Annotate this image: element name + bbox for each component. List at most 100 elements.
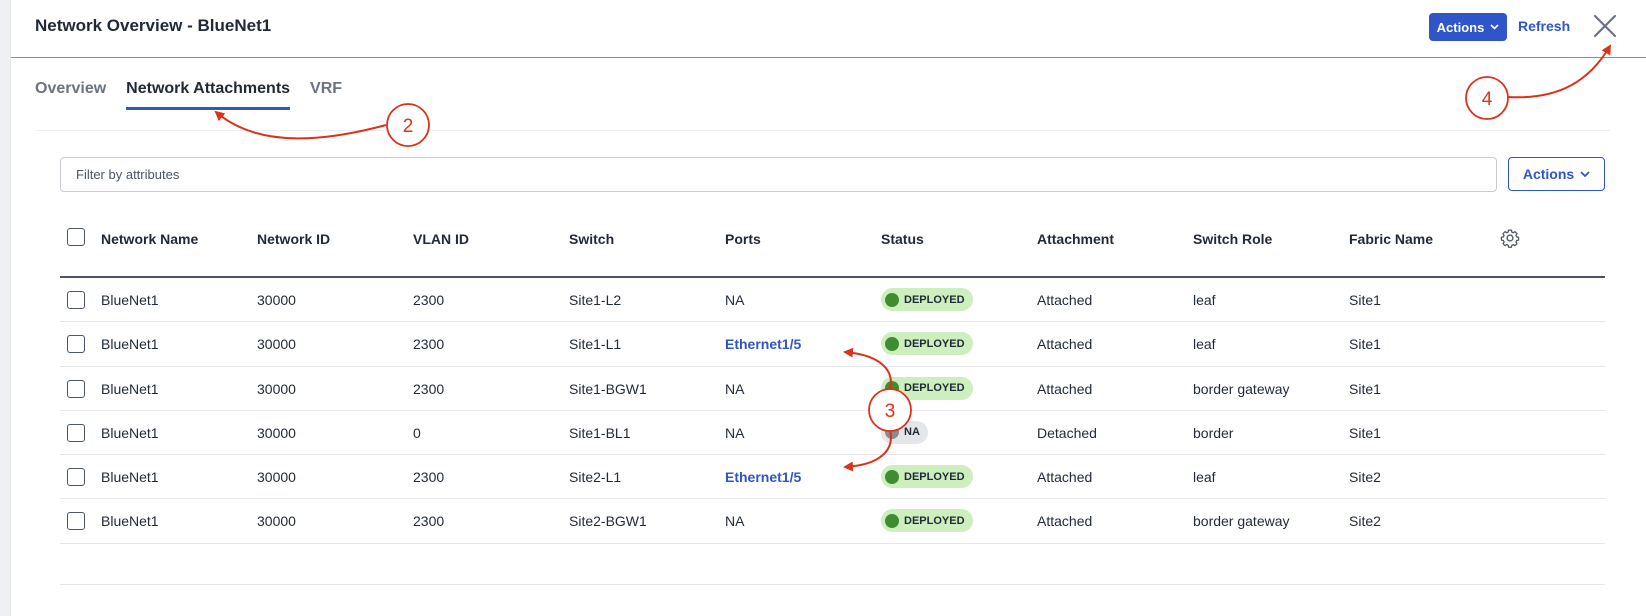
cell-ports: NA	[725, 513, 745, 530]
cell-switch-role: border gateway	[1193, 380, 1290, 397]
tab-vrf[interactable]: VRF	[310, 80, 342, 110]
row-checkbox[interactable]	[67, 512, 85, 531]
cell-ports: NA	[725, 380, 745, 397]
cell-attachment: Attached	[1037, 380, 1093, 397]
cell-vlan-id: 2300	[413, 513, 445, 530]
cell-network-id: 30000	[257, 469, 296, 486]
actions-button[interactable]: Actions	[1429, 13, 1507, 41]
cell-switch: Site1-BL1	[569, 424, 631, 441]
ports-link[interactable]: Ethernet1/5	[725, 469, 801, 485]
col-vlan-id[interactable]: VLAN ID	[413, 231, 469, 247]
cell-network-id: 30000	[257, 513, 296, 530]
actions-button-label: Actions	[1436, 19, 1485, 35]
col-switch-role[interactable]: Switch Role	[1193, 231, 1272, 247]
col-attachment[interactable]: Attachment	[1037, 231, 1114, 247]
gear-icon[interactable]	[1500, 228, 1520, 248]
status-dot-icon	[885, 292, 899, 307]
cell-fabric-name: Site1	[1349, 380, 1381, 397]
table-body: BlueNet1 30000 2300 Site1-L2 NA DEPLOYED Attac…	[60, 278, 1605, 544]
table-row[interactable]: BlueNet1 30000 2300 Site1-L1 Ethernet1/5 DEPL…	[60, 322, 1605, 367]
select-all-checkbox[interactable]	[67, 228, 85, 246]
cell-switch: Site1-L1	[569, 336, 622, 353]
status-dot-icon	[885, 469, 899, 484]
table-row[interactable]: BlueNet1 30000 2300 Site2-BGW1 NA DEPLOYED Att…	[60, 499, 1605, 544]
cell-switch: Site2-L1	[569, 469, 622, 486]
cell-vlan-id: 2300	[413, 336, 445, 353]
col-network-id[interactable]: Network ID	[257, 231, 330, 247]
cell-network-name: BlueNet1	[101, 336, 159, 353]
close-icon[interactable]	[1591, 12, 1619, 40]
tab-network-attachments[interactable]: Network Attachments	[126, 80, 291, 110]
cell-network-name: BlueNet1	[101, 424, 159, 441]
cell-network-name: BlueNet1	[101, 292, 159, 308]
cell-attachment: Attached	[1037, 513, 1093, 530]
row-checkbox[interactable]	[67, 468, 85, 487]
col-status[interactable]: Status	[881, 231, 924, 247]
status-badge: DEPLOYED	[881, 288, 973, 311]
status-dot-icon	[885, 381, 899, 396]
status-text: NA	[904, 426, 920, 439]
cell-network-name: BlueNet1	[101, 469, 159, 486]
tab-overview[interactable]: Overview	[35, 80, 106, 110]
table-actions-label: Actions	[1522, 166, 1575, 182]
cell-ports: NA	[725, 424, 745, 441]
status-badge: DEPLOYED	[881, 332, 973, 356]
left-panel-edge	[0, 0, 11, 616]
cell-vlan-id: 2300	[413, 292, 445, 308]
cell-switch: Site2-BGW1	[569, 513, 647, 530]
cell-fabric-name: Site1	[1349, 336, 1381, 353]
cell-attachment: Attached	[1037, 336, 1093, 353]
cell-attachment: Attached	[1037, 469, 1093, 486]
status-text: DEPLOYED	[904, 337, 965, 350]
status-text: DEPLOYED	[904, 382, 965, 395]
cell-network-id: 30000	[257, 336, 296, 353]
status-text: DEPLOYED	[904, 514, 965, 527]
row-checkbox[interactable]	[67, 291, 85, 309]
cell-switch-role: leaf	[1193, 292, 1216, 308]
status-badge: DEPLOYED	[881, 465, 973, 489]
table-header-row: Network Name Network ID VLAN ID Switch P…	[60, 212, 1605, 278]
cell-network-name: BlueNet1	[101, 513, 159, 530]
filter-input[interactable]	[60, 157, 1497, 192]
row-checkbox[interactable]	[67, 379, 85, 398]
cell-network-id: 30000	[257, 424, 296, 441]
col-network-name[interactable]: Network Name	[101, 231, 198, 247]
cell-vlan-id: 2300	[413, 380, 445, 397]
status-badge: DEPLOYED	[881, 509, 973, 533]
cell-attachment: Detached	[1037, 424, 1097, 441]
cell-ports: NA	[725, 292, 745, 308]
status-text: DEPLOYED	[904, 293, 965, 306]
table-row[interactable]: BlueNet1 30000 2300 Site1-L2 NA DEPLOYED Attac…	[60, 278, 1605, 323]
cell-network-id: 30000	[257, 380, 296, 397]
status-badge: DEPLOYED	[881, 376, 973, 400]
table-row[interactable]: BlueNet1 30000 2300 Site2-L1 Ethernet1/5 DEPL…	[60, 455, 1605, 500]
table-row[interactable]: BlueNet1 30000 2300 Site1-BGW1 NA DEPLOYED Att…	[60, 367, 1605, 411]
col-ports[interactable]: Ports	[725, 231, 761, 247]
cell-fabric-name: Site1	[1349, 424, 1381, 441]
chevron-down-icon	[1490, 24, 1499, 30]
table-actions-button[interactable]: Actions	[1508, 157, 1605, 191]
col-fabric-name[interactable]: Fabric Name	[1349, 231, 1433, 247]
status-badge: NA	[881, 420, 928, 444]
cell-fabric-name: Site2	[1349, 469, 1381, 486]
table-row[interactable]: BlueNet1 30000 0 Site1-BL1 NA NA Detached borde…	[60, 411, 1605, 456]
col-switch[interactable]: Switch	[569, 231, 614, 247]
ports-link[interactable]: Ethernet1/5	[725, 336, 801, 352]
cell-network-name: BlueNet1	[101, 380, 159, 397]
refresh-link[interactable]: Refresh	[1518, 18, 1570, 34]
cell-vlan-id: 2300	[413, 469, 445, 486]
status-text: DEPLOYED	[904, 470, 965, 483]
page-title: Network Overview - BlueNet1	[35, 16, 272, 35]
row-checkbox[interactable]	[67, 335, 85, 354]
cell-switch: Site1-BGW1	[569, 380, 647, 397]
cell-fabric-name: Site2	[1349, 513, 1381, 530]
chevron-down-icon	[1580, 170, 1590, 177]
cell-vlan-id: 0	[413, 424, 421, 441]
status-dot-icon	[885, 425, 899, 440]
tab-bar: Overview Network Attachments VRF	[35, 80, 342, 110]
network-attachments-table: Network Name Network ID VLAN ID Switch P…	[60, 212, 1605, 544]
cell-switch-role: border	[1193, 424, 1234, 441]
cell-switch-role: border gateway	[1193, 513, 1290, 530]
row-checkbox[interactable]	[67, 423, 85, 442]
cell-network-id: 30000	[257, 292, 296, 308]
